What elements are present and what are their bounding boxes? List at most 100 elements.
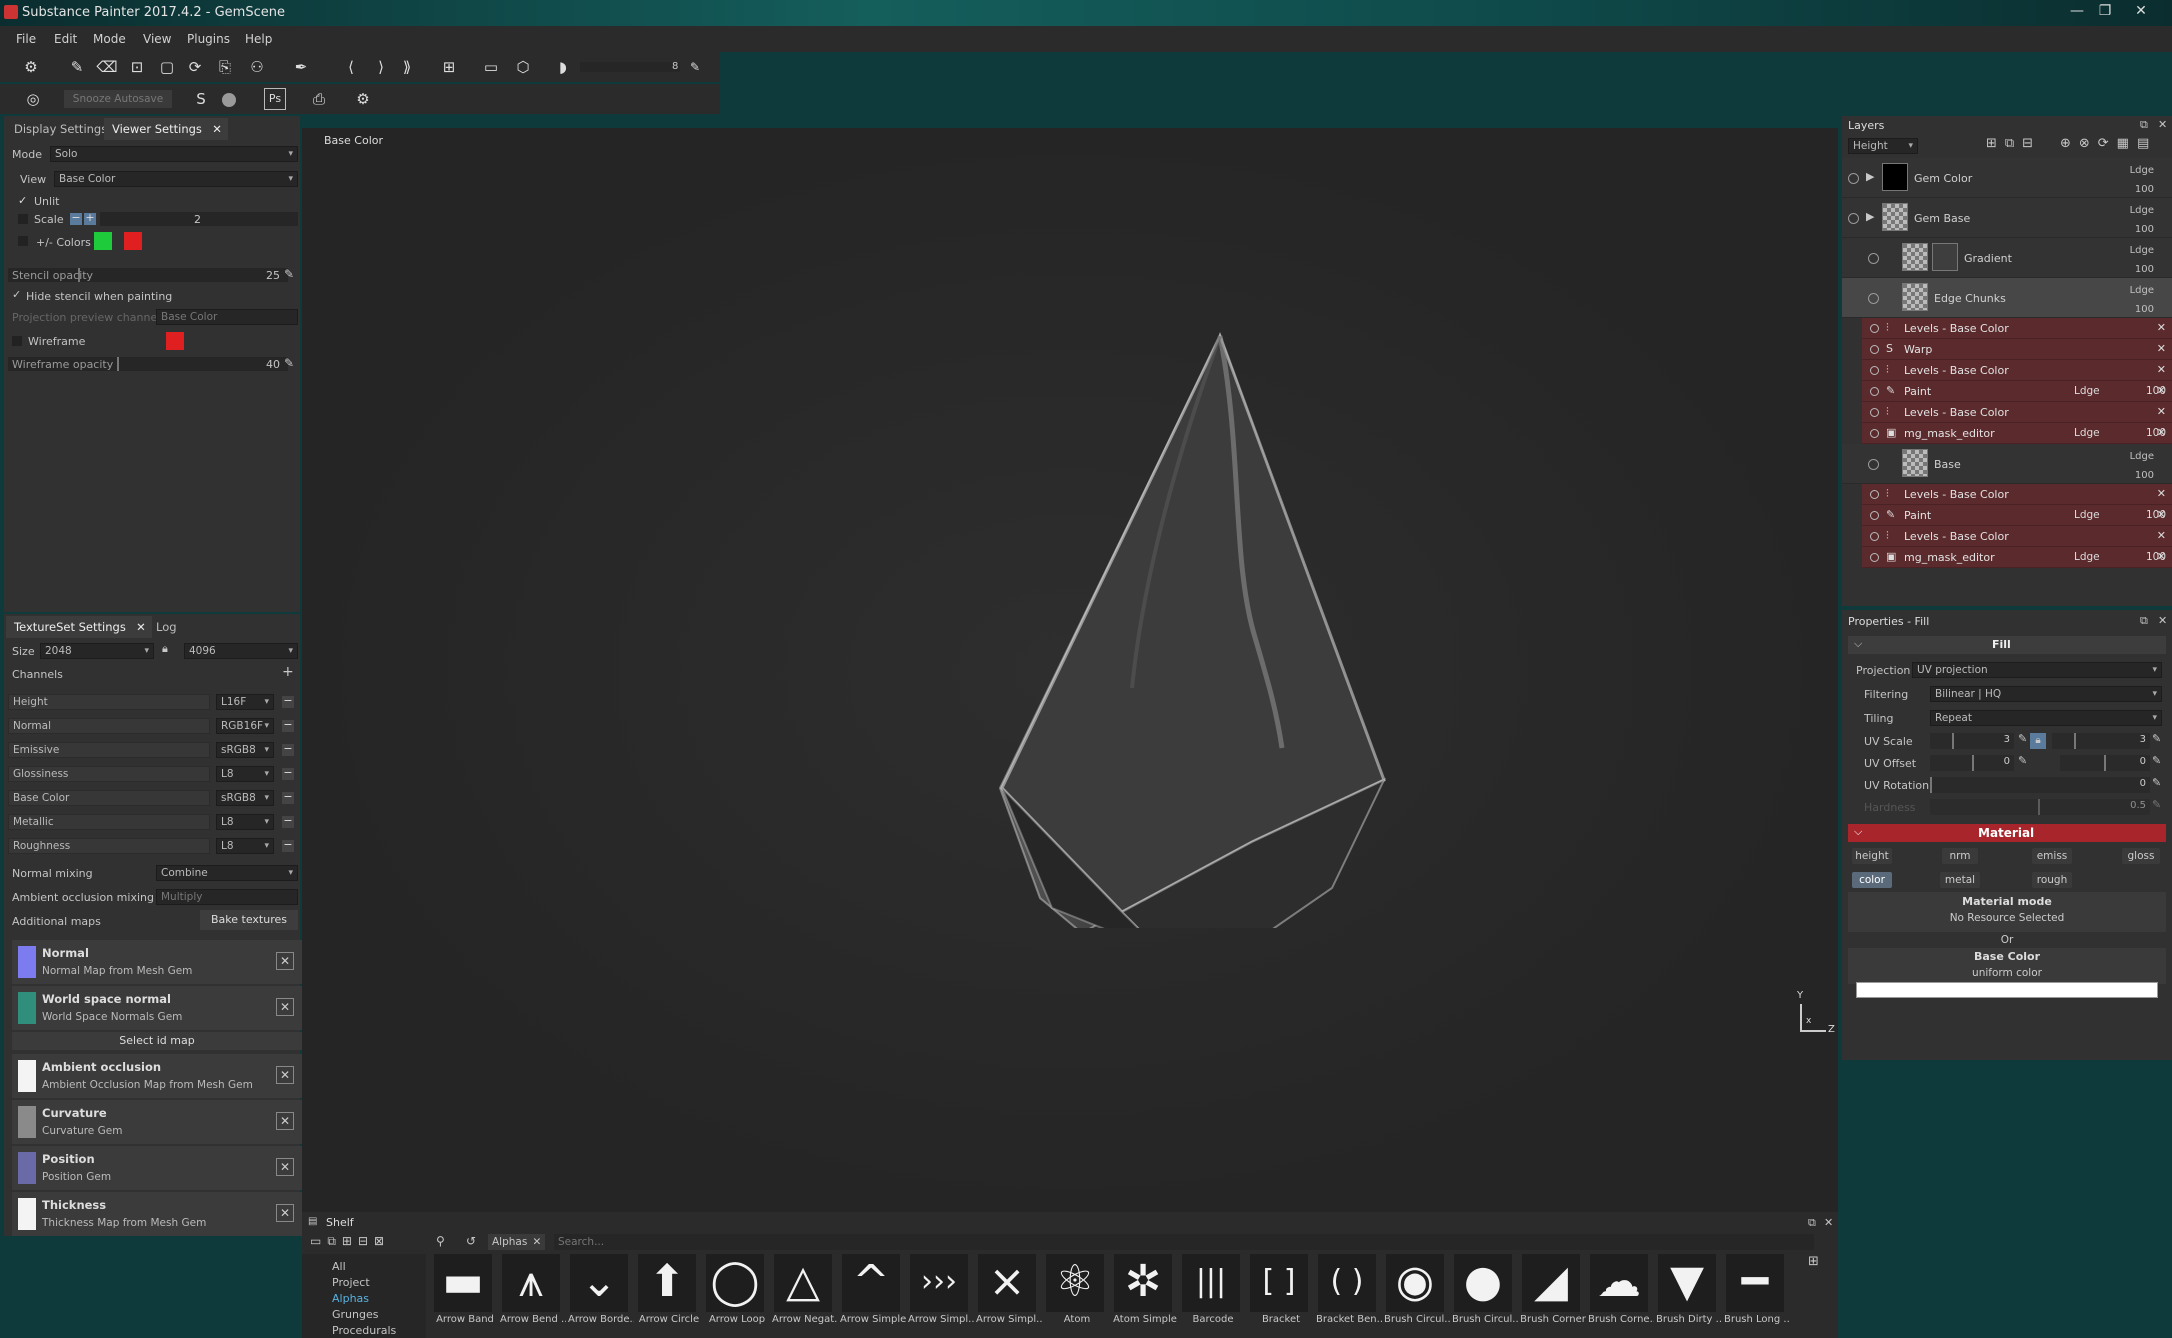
close-window-button[interactable]: ✕ <box>2128 2 2154 22</box>
shelf-item[interactable]: ⚛ Atom <box>1044 1254 1106 1325</box>
undock-icon[interactable]: ⧉ <box>2140 118 2148 132</box>
symmetry-both-icon[interactable]: ⟫ <box>396 56 418 78</box>
uv-scale-slider-a[interactable]: 3 <box>1930 733 2014 749</box>
shelf-item[interactable]: ✲ Atom Simple <box>1112 1254 1177 1325</box>
layer-visibility-icon[interactable] <box>1868 459 1879 470</box>
layer-blend-opacity[interactable]: Ldge 100 <box>2130 161 2154 199</box>
layer-effect-row[interactable]: ⫶ Levels - Base Color ✕ <box>1862 318 2172 339</box>
minus-color-swatch[interactable] <box>124 232 142 250</box>
material-rough-button[interactable]: rough <box>2032 872 2072 888</box>
material-ball-icon[interactable] <box>222 93 236 107</box>
hardness-edit-icon[interactable]: ✎ <box>2152 798 2161 811</box>
folder-icon[interactable]: ▶ <box>1866 170 1874 183</box>
remove-map-icon[interactable]: ✕ <box>276 1204 294 1222</box>
shelf-folder-icons[interactable]: ▭⧉⊞⊟⊠ <box>310 1234 390 1249</box>
screenshot-icon[interactable]: ◎ <box>22 88 44 110</box>
tab-viewer-settings[interactable]: Viewer Settings ✕ <box>104 118 228 140</box>
close-panel-icon[interactable]: ✕ <box>2158 118 2167 131</box>
remove-map-icon[interactable]: ✕ <box>276 952 294 970</box>
menu-help[interactable]: Help <box>245 32 272 46</box>
layer-effect-row[interactable]: ✎ Paint Ldge 100 ✕ <box>1862 505 2172 526</box>
wireframe-opacity-handle[interactable] <box>117 357 119 371</box>
effect-visibility-icon[interactable] <box>1870 387 1879 396</box>
size-lock-icon[interactable]: 🔒︎ <box>162 642 168 656</box>
tiling-dropdown[interactable]: Repeat <box>1930 710 2162 726</box>
symmetry-icon[interactable]: ⟨ <box>340 56 362 78</box>
gem-mesh[interactable] <box>992 328 1392 928</box>
minimize-button[interactable]: — <box>2064 2 2090 22</box>
shelf-item[interactable]: ☁ Brush Corne... <box>1588 1254 1654 1325</box>
material-height-button[interactable]: height <box>1852 848 1892 864</box>
tab-textureset-settings[interactable]: TextureSet Settings ✕ <box>6 616 152 638</box>
maximize-button[interactable]: ❐ <box>2092 2 2118 22</box>
shelf-item[interactable]: ⬆ Arrow Circle <box>636 1254 699 1325</box>
layer-channel-dropdown[interactable]: Height <box>1848 138 1918 154</box>
layer-blend-opacity[interactable]: Ldge 100 <box>2130 201 2154 239</box>
wireframe-checkbox[interactable] <box>12 336 22 346</box>
ao-mixing-field[interactable]: Multiply <box>156 889 298 905</box>
shelf-item[interactable]: ||| Barcode <box>1180 1254 1242 1325</box>
channel-format-dropdown[interactable]: sRGB8 <box>216 790 274 806</box>
remove-map-icon[interactable]: ✕ <box>276 1158 294 1176</box>
remove-effect-icon[interactable]: ✕ <box>2157 384 2166 397</box>
additional-map-card[interactable]: Ambient occlusion Ambient Occlusion Map … <box>12 1054 302 1098</box>
undock-icon[interactable]: ⧉ <box>2140 614 2148 628</box>
scale-increase-button[interactable]: + <box>84 212 96 225</box>
remove-channel-button[interactable]: − <box>282 839 294 852</box>
substance-share-icon[interactable]: S <box>190 88 212 110</box>
size-dropdown[interactable]: 2048 <box>40 643 154 659</box>
wireframe-color-swatch[interactable] <box>166 332 184 350</box>
color-picker-icon[interactable]: ✒ <box>290 56 312 78</box>
projection-icon[interactable]: ⊡ <box>126 56 148 78</box>
effect-visibility-icon[interactable] <box>1870 553 1879 562</box>
remove-channel-button[interactable]: − <box>282 743 294 756</box>
collapse-chevron-icon[interactable]: ⌵ <box>1854 825 1862 839</box>
grid-view-icon[interactable]: ⊞ <box>1808 1254 1819 1269</box>
layer-visibility-icon[interactable] <box>1868 293 1879 304</box>
remove-map-icon[interactable]: ✕ <box>276 1066 294 1084</box>
remove-effect-icon[interactable]: ✕ <box>2157 508 2166 521</box>
close-panel-icon[interactable]: ✕ <box>1824 1216 1833 1229</box>
close-panel-icon[interactable]: ✕ <box>2158 614 2167 627</box>
uv-offset-b-edit-icon[interactable]: ✎ <box>2152 754 2161 767</box>
layer-effect-row[interactable]: ⫶ Levels - Base Color ✕ <box>1862 402 2172 423</box>
material-gloss-button[interactable]: gloss <box>2122 848 2160 864</box>
remove-channel-button[interactable]: − <box>282 719 294 732</box>
effect-visibility-icon[interactable] <box>1870 408 1879 417</box>
uv-rotation-slider[interactable]: 0 <box>1930 777 2150 793</box>
3d-viewport[interactable]: Base Color Y Z x <box>302 128 1838 1216</box>
shelf-category[interactable]: Procedurals <box>332 1324 396 1337</box>
layer-row[interactable]: ▶ Gem Color Ldge 100 <box>1842 158 2172 198</box>
add-channel-icon[interactable]: + <box>282 664 294 680</box>
layer-effect-row[interactable]: ⫶ Levels - Base Color ✕ <box>1862 360 2172 381</box>
additional-map-card[interactable]: Curvature Curvature Gem ✕ <box>12 1100 302 1144</box>
settings-gear-icon[interactable]: ⚙ <box>352 88 374 110</box>
channel-format-dropdown[interactable]: RGB16F <box>216 718 274 734</box>
shelf-item[interactable]: ◢ Brush Corner <box>1520 1254 1586 1325</box>
shelf-category[interactable]: Alphas <box>332 1292 369 1305</box>
size-dropdown-2[interactable]: 4096 <box>184 643 298 659</box>
channel-format-dropdown[interactable]: L8 <box>216 838 274 854</box>
channel-format-dropdown[interactable]: sRGB8 <box>216 742 274 758</box>
select-id-map-button[interactable]: Select id map <box>12 1032 302 1050</box>
polygon-fill-icon[interactable]: ▢ <box>156 56 178 78</box>
shelf-item[interactable]: ◉ Brush Circul... <box>1384 1254 1450 1325</box>
remove-channel-button[interactable]: − <box>282 695 294 708</box>
effect-visibility-icon[interactable] <box>1870 429 1879 438</box>
symmetry-mirror-icon[interactable]: ⟩ <box>370 56 392 78</box>
layer-visibility-icon[interactable] <box>1848 173 1859 184</box>
remove-map-icon[interactable]: ✕ <box>276 1112 294 1130</box>
menu-mode[interactable]: Mode <box>93 32 126 46</box>
layer-visibility-icon[interactable] <box>1868 253 1879 264</box>
projection-channel-field[interactable]: Base Color <box>156 309 298 325</box>
layer-add-icons[interactable]: ⊕⊗⟳▦▤ <box>2060 136 2157 151</box>
menu-file[interactable]: File <box>16 32 36 46</box>
shelf-category[interactable]: All <box>332 1260 346 1273</box>
shelf-category[interactable]: Project <box>332 1276 370 1289</box>
close-tab-icon[interactable]: ✕ <box>212 118 222 140</box>
additional-map-card[interactable]: Normal Normal Map from Mesh Gem ✕ <box>12 940 302 984</box>
stencil-edit-icon[interactable]: ✎ <box>284 267 294 281</box>
layer-select-icon[interactable]: ⚙ <box>20 56 42 78</box>
collapse-chevron-icon[interactable]: ⌵ <box>1854 637 1862 651</box>
remove-effect-icon[interactable]: ✕ <box>2157 342 2166 355</box>
